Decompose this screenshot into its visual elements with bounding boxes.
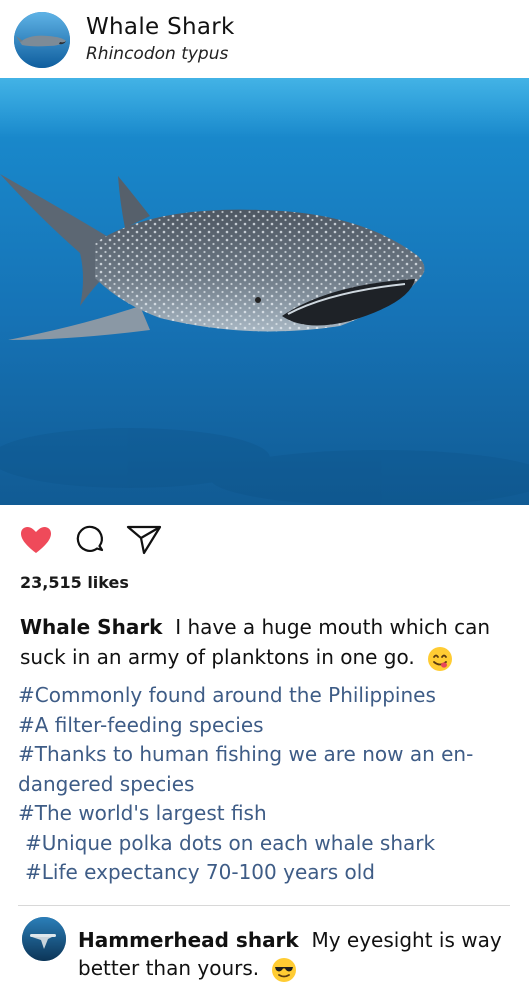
sunglasses-face-emoji-icon: [272, 957, 297, 982]
heart-icon: [21, 527, 51, 553]
whale-shark-photo: [0, 78, 529, 506]
hammerhead-shark-avatar-icon: [22, 917, 66, 961]
hashtag[interactable]: #Life expectancy 70-100 years old: [18, 858, 508, 888]
post-actions: [0, 520, 529, 560]
comment-bubble-icon: [76, 525, 104, 552]
profile-avatar[interactable]: [14, 12, 70, 68]
like-button[interactable]: [16, 520, 56, 560]
post-header: Whale Shark Rhincodon typus: [0, 0, 529, 78]
hashtag[interactable]: #Unique polka dots on each whale shark: [18, 829, 508, 859]
account-subtitle: Rhincodon typus: [86, 44, 229, 64]
hashtag[interactable]: #A filter-feeding species: [18, 711, 508, 741]
yum-face-emoji-icon: [428, 646, 453, 671]
comment-author[interactable]: Hammerhead shark: [78, 928, 299, 952]
send-icon: [126, 525, 162, 555]
hashtag-list: #Commonly found around the Philippines #…: [18, 681, 508, 888]
hashtag[interactable]: #Commonly found around the Philippines: [18, 681, 508, 711]
comment-avatar[interactable]: [22, 917, 66, 961]
whale-shark-avatar-icon: [14, 12, 70, 68]
comment: Hammerhead shark My eyesight is way bett…: [78, 926, 508, 983]
account-name[interactable]: Whale Shark: [86, 14, 235, 40]
post-photo[interactable]: [0, 78, 529, 506]
hashtag[interactable]: #The world's largest fish: [18, 799, 508, 829]
hashtag[interactable]: dangered species: [18, 770, 508, 800]
divider: [18, 905, 510, 906]
hashtag[interactable]: #Thanks to human fishing we are now an e…: [18, 740, 508, 770]
like-count[interactable]: 23,515 likes: [20, 573, 129, 592]
post-caption: Whale Shark I have a huge mouth which ca…: [20, 612, 500, 672]
comment-button[interactable]: [71, 520, 111, 560]
caption-author[interactable]: Whale Shark: [20, 615, 162, 639]
share-button[interactable]: [124, 520, 164, 560]
